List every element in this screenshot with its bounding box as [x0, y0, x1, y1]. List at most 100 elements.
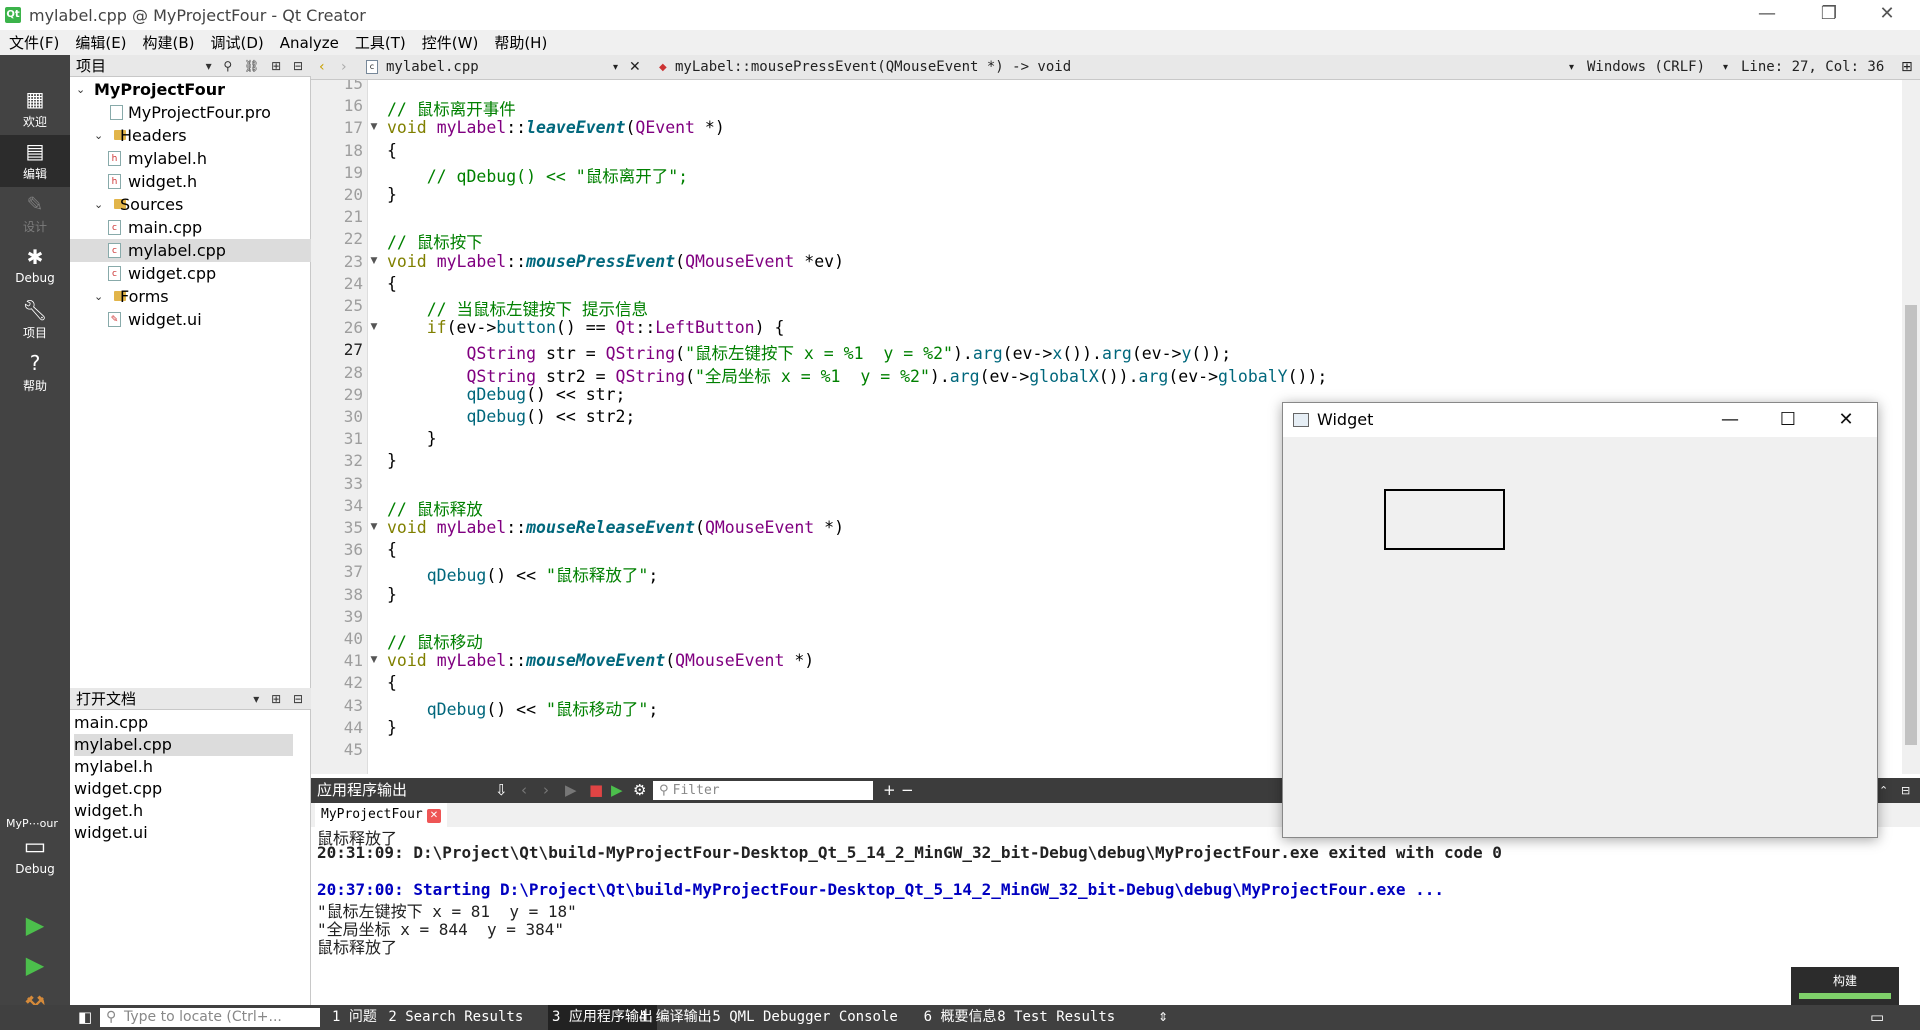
output-tab[interactable]: MyProjectFour ✕ [315, 803, 447, 827]
code-line: } [387, 429, 437, 449]
run-output-icon[interactable]: ▶ [565, 778, 577, 803]
h-file-icon: h [108, 151, 121, 166]
widget-app-icon [1293, 413, 1309, 427]
mode-edit[interactable]: ▤ 编辑 [0, 135, 70, 187]
menu-analyze[interactable]: Analyze [271, 34, 346, 52]
fold-marker-icon[interactable]: ▼ [368, 122, 380, 132]
line-number-gutter: 15 16 17 18 19 20 21 22 23 24 25 26 27 28 29 30 31 32 33 34… [311, 80, 368, 774]
editor-scrollbar[interactable] [1902, 80, 1920, 774]
widget-minimize-icon[interactable]: — [1701, 403, 1759, 437]
editor-file-name[interactable]: mylabel.cpp [386, 55, 479, 80]
widget-maximize-icon[interactable]: ☐ [1759, 403, 1817, 437]
debug-run-icon[interactable]: ▶ [20, 950, 50, 980]
fold-marker-icon[interactable]: ▼ [368, 322, 380, 332]
open-document-item[interactable]: widget.cpp [74, 778, 293, 800]
split-icon[interactable]: ⊞ [1901, 55, 1913, 80]
menu-file[interactable]: 文件(F) [0, 32, 66, 53]
menu-debug[interactable]: 调试(D) [202, 32, 271, 53]
tree-item[interactable]: c main.cpp [70, 216, 311, 239]
mode-projects[interactable]: 🔧︎ 项目 [0, 294, 70, 346]
tab-close-icon[interactable]: ✕ [426, 809, 441, 823]
build-progress[interactable]: 构建 [1791, 967, 1899, 1005]
close-icon[interactable]: ✕ [1858, 0, 1916, 30]
toggle-sidebar-icon[interactable]: ◧ [78, 1005, 92, 1030]
fold-marker-icon[interactable]: ▼ [368, 522, 380, 532]
forward-icon[interactable]: › [341, 55, 347, 80]
kit-selector[interactable]: MyP⋯our ▭ Debug [0, 817, 70, 892]
tree-item[interactable]: ⌄ Headers [70, 124, 311, 147]
tree-item[interactable]: MyProjectFour.pro [70, 101, 311, 124]
open-docs-header: 打开文档 ▾ ⊞ ⊟ [70, 688, 311, 710]
file-dropdown-icon[interactable]: ▾ [613, 55, 618, 80]
tree-item[interactable]: c widget.cpp [70, 262, 311, 285]
mode-welcome[interactable]: ▦ 欢迎 [0, 83, 70, 135]
tree-item[interactable]: h widget.h [70, 170, 311, 193]
cursor-position[interactable]: Line: 27, Col: 36 [1741, 55, 1884, 80]
output-pane-button[interactable]: 8 Test Results [997, 1005, 1115, 1030]
tree-item[interactable]: ✎ widget.ui [70, 308, 311, 331]
tree-item-label: widget.ui [128, 310, 202, 329]
output-pane-button[interactable]: 1 问题 [332, 1005, 377, 1030]
stop-icon[interactable]: ■ [589, 778, 603, 803]
minimize-icon[interactable]: — [1738, 0, 1796, 30]
open-document-item[interactable]: mylabel.h [74, 756, 293, 778]
line-ending-selector[interactable]: Windows (CRLF) [1587, 55, 1705, 80]
expand-arrow-icon[interactable]: ⌄ [94, 124, 103, 147]
position-dropdown-icon[interactable]: ▾ [1723, 55, 1728, 80]
prev-icon[interactable]: ‹ [521, 778, 527, 803]
open-document-item[interactable]: mylabel.cpp [74, 734, 293, 756]
encoding-dropdown-icon[interactable]: ▾ [1569, 55, 1574, 80]
output-pane-button[interactable]: 4 编译输出 [639, 1005, 712, 1030]
scrollbar-thumb[interactable] [1905, 305, 1917, 745]
zoom-in-icon[interactable]: + [883, 778, 896, 803]
settings-icon[interactable]: ⚙ [633, 778, 646, 803]
mylabel-area[interactable] [1384, 489, 1505, 550]
mode-debug[interactable]: ✱ Debug [0, 241, 70, 293]
open-document-item[interactable]: widget.h [74, 800, 293, 822]
panel-tools-icon[interactable]: ▾ ⊞ ⊟ [253, 688, 307, 710]
output-line: 20:31:09: D:\Project\Qt\build-MyProjectF… [317, 843, 1502, 863]
application-output[interactable]: 鼠标释放了 20:31:09: D:\Project\Qt\build-MyPro… [311, 827, 1901, 1005]
zoom-out-icon[interactable]: − [901, 778, 914, 803]
menu-build[interactable]: 构建(B) [134, 32, 202, 53]
fold-marker-icon[interactable]: ▼ [368, 655, 380, 665]
tree-item[interactable]: ⌄ Forms [70, 285, 311, 308]
fold-marker-icon[interactable]: ▼ [368, 256, 380, 266]
filter-input[interactable]: ⚲ Filter [653, 781, 873, 800]
back-icon[interactable]: ‹ [319, 55, 325, 80]
output-pane-button[interactable]: 6 概要信息 [924, 1005, 997, 1030]
panes-menu-icon[interactable]: ⇕ [1158, 1005, 1168, 1030]
close-pane-icon[interactable]: ⊟ [1901, 778, 1910, 803]
expand-arrow-icon[interactable]: ⌄ [94, 193, 103, 216]
code-line: } [387, 185, 397, 204]
restore-icon[interactable]: ❐ [1800, 0, 1858, 30]
open-document-item[interactable]: widget.ui [74, 822, 293, 844]
expand-arrow-icon[interactable]: ⌄ [94, 285, 103, 308]
maximize-pane-icon[interactable]: ⌃ [1879, 778, 1888, 803]
mode-design[interactable]: ✎ 设计 [0, 188, 70, 240]
symbol-selector[interactable]: myLabel::mousePressEvent(QMouseEvent *) … [675, 55, 1071, 80]
mode-help[interactable]: ? 帮助 [0, 347, 70, 399]
next-icon[interactable]: › [543, 778, 549, 803]
attach-icon[interactable]: ⇩ [495, 778, 508, 803]
expand-arrow-icon[interactable]: ⌄ [76, 78, 85, 101]
tree-item[interactable]: ⌄ Sources [70, 193, 311, 216]
toggle-output-icon[interactable]: ▭ [1870, 1005, 1884, 1030]
rerun-icon[interactable]: ▶ [611, 778, 623, 803]
menu-help[interactable]: 帮助(H) [485, 32, 554, 53]
output-pane-button[interactable]: 2 Search Results [388, 1005, 523, 1030]
menu-widgets[interactable]: 控件(W) [413, 32, 486, 53]
output-pane-button[interactable]: 5 QML Debugger Console [712, 1005, 897, 1030]
tree-item[interactable]: c mylabel.cpp [70, 239, 311, 262]
menu-tools[interactable]: 工具(T) [346, 32, 413, 53]
tree-item[interactable]: h mylabel.h [70, 147, 311, 170]
code-line: { [387, 540, 397, 560]
close-file-icon[interactable]: ✕ [629, 55, 641, 80]
locator-input[interactable]: ⚲ Type to locate (Ctrl+... [100, 1008, 320, 1027]
widget-close-icon[interactable]: ✕ [1817, 403, 1875, 437]
run-icon[interactable]: ▶ [20, 910, 50, 940]
menu-edit[interactable]: 编辑(E) [66, 32, 133, 53]
panel-tools-icon[interactable]: ▾ ⚲ ⛓ ⊞ ⊟ [206, 55, 307, 77]
open-document-item[interactable]: main.cpp [74, 712, 293, 734]
tree-item[interactable]: ⌄ MyProjectFour [70, 78, 311, 101]
